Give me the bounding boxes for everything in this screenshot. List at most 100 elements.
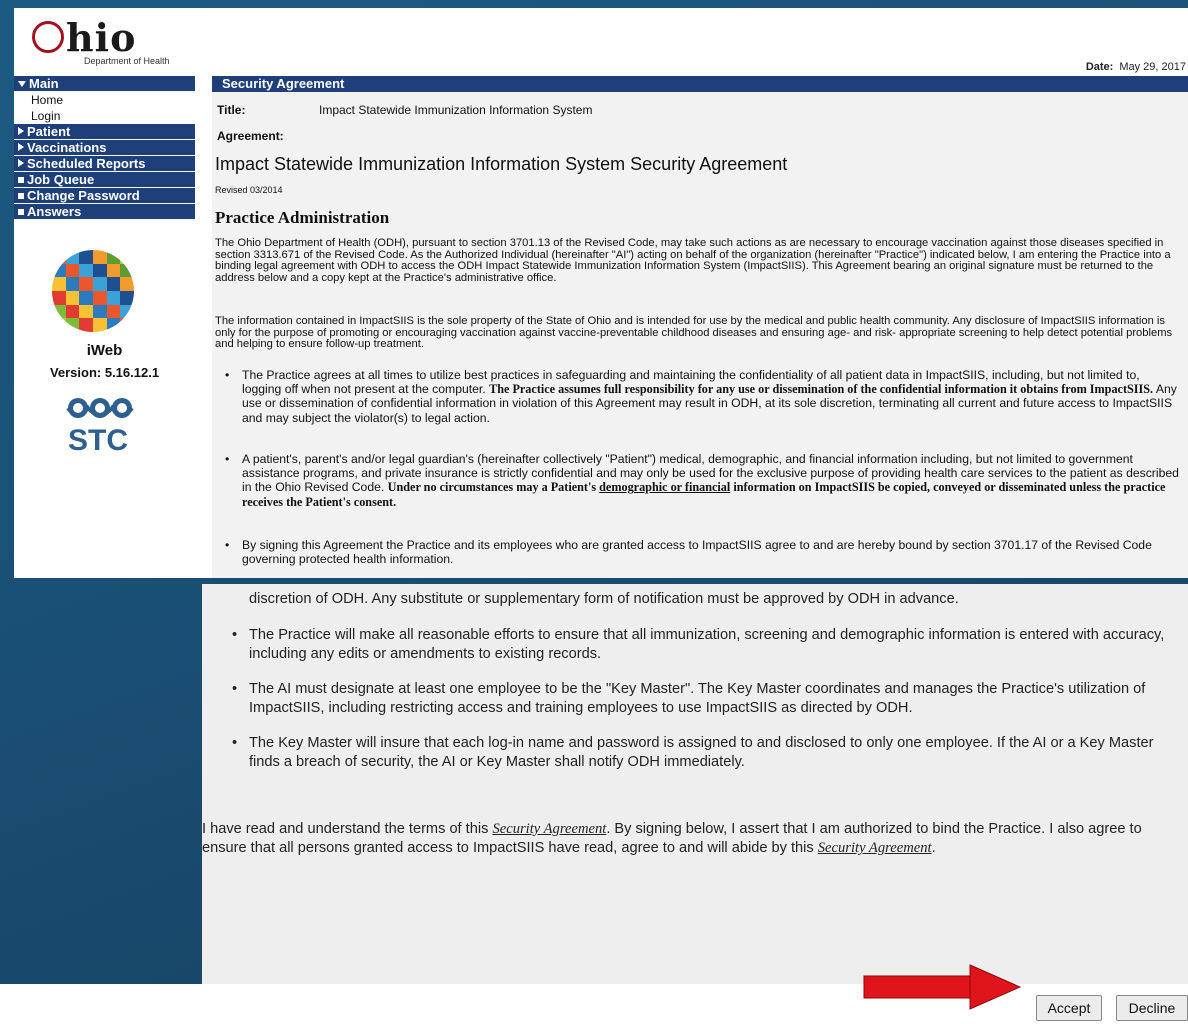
paragraph-intro: The Ohio Department of Health (ODH), pur… <box>215 237 1171 284</box>
globe-tile <box>79 291 93 305</box>
security-agreement-link[interactable]: Security Agreement <box>492 821 606 837</box>
list-item: • The Key Master will insure that each l… <box>232 734 1179 772</box>
bullet-icon: • <box>225 368 230 382</box>
top-screenshot-panel: hio Department of Health Date: May 29, 20… <box>14 8 1188 578</box>
bullet-icon: • <box>225 452 230 466</box>
sidebar-item-label: Vaccinations <box>27 140 107 155</box>
bottom-screenshot-panel: discretion of ODH. Any substitute or sup… <box>202 584 1188 984</box>
sidebar-item-scheduled-reports[interactable]: Scheduled Reports <box>14 156 195 172</box>
triangle-right-icon <box>18 143 24 151</box>
paragraph-ownership: The information contained in ImpactSIIS … <box>215 315 1173 351</box>
date-value: May 29, 2017 <box>1119 61 1186 73</box>
square-bullet-icon <box>18 177 24 183</box>
sidebar-item-login[interactable]: Login <box>14 108 195 124</box>
accept-button[interactable]: Accept <box>1036 995 1102 1021</box>
sidebar-item-answers[interactable]: Answers <box>14 204 195 220</box>
globe-tile <box>52 277 66 291</box>
globe-tile <box>106 277 121 291</box>
app-header: hio Department of Health Date: May 29, 20… <box>14 8 1188 74</box>
globe-tile <box>79 318 93 332</box>
globe-tile <box>79 304 93 319</box>
globe-tile <box>52 318 66 332</box>
list-item: • The Practice agrees at all times to ut… <box>225 368 1182 425</box>
title-value: Impact Statewide Immunization Informatio… <box>319 103 593 117</box>
globe-tile <box>65 318 80 332</box>
version-text: Version: 5.16.12.1 <box>49 365 160 380</box>
globe-tile <box>65 263 80 278</box>
list-item: • The Practice will make all reasonable … <box>232 626 1179 664</box>
sidebar: Main Home Login Patient Vaccinations Schedule… <box>14 76 195 578</box>
section-title-bar: Security Agreement <box>212 76 1188 92</box>
globe-tile <box>120 318 134 332</box>
sidebar-item-label: Scheduled Reports <box>27 156 146 171</box>
globe-tile <box>120 291 134 305</box>
sidebar-item-label: Login <box>31 109 61 123</box>
triangle-down-icon <box>18 81 26 87</box>
globe-tile <box>106 318 121 332</box>
product-name: iWeb <box>86 342 123 359</box>
ohio-o-icon <box>32 21 64 53</box>
globe-tile <box>120 250 134 264</box>
bullet-icon: • <box>225 538 230 552</box>
list-item: • By signing this Agreement the Practice… <box>225 538 1182 566</box>
globe-tile <box>93 304 107 319</box>
globe-tile <box>120 304 134 319</box>
security-agreement-link[interactable]: Security Agreement <box>818 840 932 856</box>
globe-tile <box>106 304 121 319</box>
iweb-globe-icon <box>52 250 134 332</box>
globe-tile <box>52 263 66 278</box>
ohio-logo-subtitle: Department of Health <box>84 56 170 66</box>
sidebar-item-job-queue[interactable]: Job Queue <box>14 172 195 188</box>
continued-line: discretion of ODH. Any substitute or sup… <box>249 591 959 607</box>
globe-tile <box>52 291 66 305</box>
sidebar-item-label: Main <box>29 76 59 91</box>
globe-tile <box>52 304 66 319</box>
date-display: Date: May 29, 2017 <box>1086 61 1186 73</box>
globe-tile <box>120 263 134 278</box>
sidebar-item-change-password[interactable]: Change Password <box>14 188 195 204</box>
title-field: Title: <box>217 103 245 117</box>
date-label: Date: <box>1085 61 1114 73</box>
agreement-field: Agreement: <box>217 129 284 143</box>
globe-tile <box>93 250 107 264</box>
bullet2-text-underline: demographic or financial <box>599 480 731 495</box>
sidebar-item-label: Change Password <box>27 188 140 203</box>
sidebar-item-patient[interactable]: Patient <box>14 124 195 140</box>
list-item: • A patient's, parent's and/or legal gua… <box>225 452 1182 509</box>
sidebar-item-home[interactable]: Home <box>14 92 195 108</box>
stc-logo-text: STC <box>68 424 128 457</box>
globe-tile <box>65 250 80 264</box>
ohio-logo-wordmark: hio <box>32 18 136 58</box>
revised-date: Revised 03/2014 <box>215 185 283 195</box>
globe-tile <box>79 277 93 291</box>
bullet5-text: The AI must designate at least one emplo… <box>249 681 1146 716</box>
ohio-logo: hio Department of Health <box>26 18 196 68</box>
globe-tile <box>65 304 80 319</box>
acknowledgement-text: I have read and understand the terms of … <box>202 820 1162 858</box>
bullet2-text-b: Under no circumstances may a Patient's <box>387 480 597 495</box>
bullet4-text: The Practice will make all reasonable ef… <box>249 627 1165 662</box>
sidebar-item-main[interactable]: Main <box>14 76 195 92</box>
sidebar-item-vaccinations[interactable]: Vaccinations <box>14 140 195 156</box>
ack-text-3: . <box>931 840 936 856</box>
agreement-title: Impact Statewide Immunization Informatio… <box>215 154 788 174</box>
globe-tile <box>93 277 107 291</box>
globe-tile <box>93 291 107 305</box>
bullet-icon: • <box>232 627 238 643</box>
bullet1-text-bold: The Practice assumes full responsibility… <box>489 382 1154 397</box>
globe-tile <box>106 250 121 264</box>
bullet-icon: • <box>232 681 238 697</box>
bullet-icon: • <box>232 735 238 751</box>
title-label: Title: <box>217 103 246 117</box>
globe-tile <box>65 291 80 305</box>
bullet6-text: The Key Master will insure that each log… <box>249 735 1154 770</box>
sidebar-item-label: Patient <box>27 124 71 139</box>
globe-tile <box>65 277 80 291</box>
globe-tile <box>93 318 107 332</box>
globe-tile <box>106 263 121 278</box>
globe-tile <box>79 250 93 264</box>
red-arrow-right-icon <box>863 964 1022 1010</box>
triangle-right-icon <box>18 159 24 167</box>
globe-tile <box>79 263 93 278</box>
decline-button[interactable]: Decline <box>1116 995 1188 1021</box>
